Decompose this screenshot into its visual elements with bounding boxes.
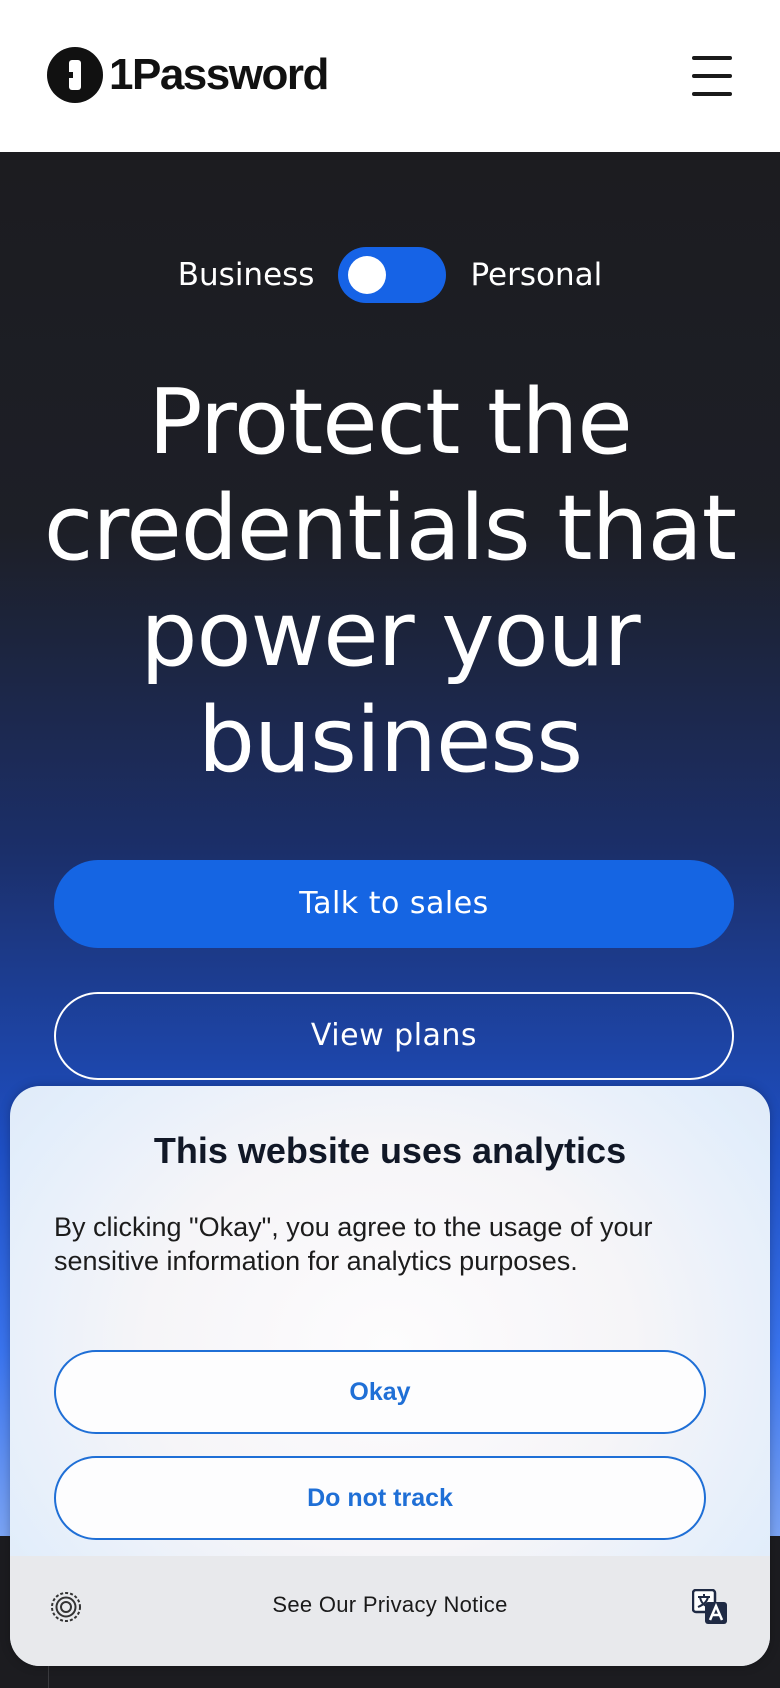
logo-text: 1Password xyxy=(109,50,329,99)
plan-type-toggle-row: Business Personal xyxy=(0,246,780,304)
privacy-notice-link[interactable]: See Our Privacy Notice xyxy=(10,1592,770,1618)
toggle-label-personal[interactable]: Personal xyxy=(470,257,602,293)
1password-logo-icon xyxy=(47,47,103,103)
hamburger-menu-icon[interactable] xyxy=(690,56,734,96)
hero-headline: Protect the credentials that power your … xyxy=(43,370,737,793)
toggle-knob xyxy=(348,256,387,294)
site-header: 1Password xyxy=(0,0,780,152)
analytics-consent-dialog: This website uses analytics By clicking … xyxy=(10,1086,770,1666)
view-plans-button[interactable]: View plans xyxy=(54,992,734,1080)
translate-icon[interactable] xyxy=(692,1589,728,1625)
okay-button[interactable]: Okay xyxy=(54,1350,706,1434)
talk-to-sales-button[interactable]: Talk to sales xyxy=(54,860,734,948)
do-not-track-button[interactable]: Do not track xyxy=(54,1456,706,1540)
consent-description: By clicking "Okay", you agree to the usa… xyxy=(54,1212,653,1276)
toggle-label-business[interactable]: Business xyxy=(178,257,315,293)
business-personal-toggle[interactable] xyxy=(338,247,447,303)
consent-title: This website uses analytics xyxy=(153,1130,627,1171)
logo[interactable]: 1Password xyxy=(47,47,329,103)
